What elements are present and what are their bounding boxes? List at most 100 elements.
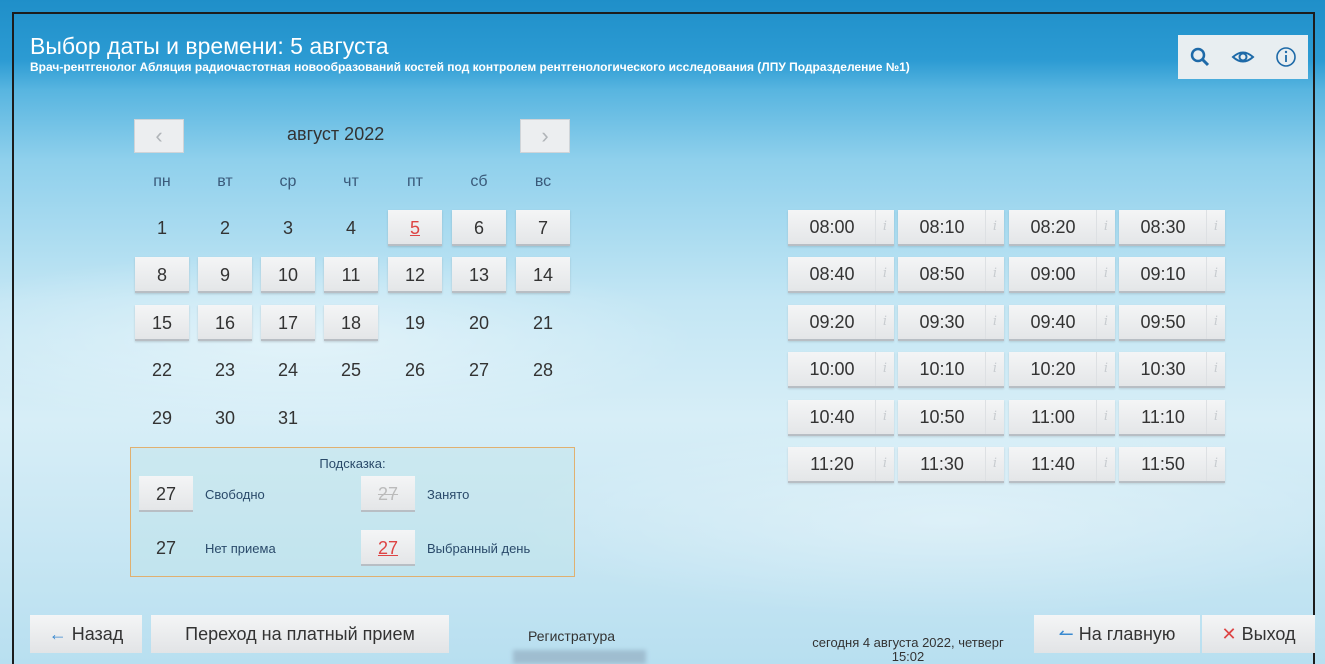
slot-info-icon[interactable]: i — [1206, 305, 1225, 339]
slot-info-icon[interactable]: i — [1206, 257, 1225, 291]
calendar-day[interactable]: 9 — [198, 257, 252, 293]
time-slot[interactable]: 10:50 i — [898, 400, 1004, 436]
time-slot[interactable]: 10:40 i — [788, 400, 894, 436]
slot-info-icon[interactable]: i — [875, 400, 894, 434]
calendar-day: 2 — [219, 218, 230, 238]
slot-info-icon[interactable]: i — [875, 447, 894, 481]
weekday-header: пн — [153, 173, 171, 190]
time-slot[interactable]: 09:20 i — [788, 305, 894, 341]
home-button[interactable]: ↼ На главную — [1034, 615, 1200, 653]
eye-icon[interactable] — [1221, 35, 1264, 79]
calendar-day[interactable]: 17 — [261, 305, 315, 341]
calendar-day[interactable]: 6 — [452, 210, 506, 246]
legend-busy-sample: 27 — [361, 476, 415, 512]
legend-selected-label: Выбранный день — [427, 541, 531, 556]
time-slot-label: 11:50 — [1141, 454, 1185, 474]
time-slot[interactable]: 11:30 i — [898, 447, 1004, 483]
slot-info-icon[interactable]: i — [1206, 210, 1225, 244]
calendar-day[interactable]: 8 — [135, 257, 189, 293]
calendar-day[interactable]: 15 — [135, 305, 189, 341]
slot-info-icon[interactable]: i — [1096, 210, 1115, 244]
calendar-day[interactable]: 11 — [324, 257, 378, 293]
slot-info-icon[interactable]: i — [1206, 447, 1225, 481]
slot-info-icon[interactable]: i — [985, 352, 1004, 386]
calendar-day: 30 — [214, 408, 236, 428]
time-slot[interactable]: 09:00 i — [1009, 257, 1115, 293]
time-slot-label: 08:00 — [809, 217, 855, 237]
time-slot[interactable]: 09:50 i — [1119, 305, 1225, 341]
time-slot[interactable]: 11:50 i — [1119, 447, 1225, 483]
time-slot[interactable]: 11:40 i — [1009, 447, 1115, 483]
info-icon[interactable] — [1265, 35, 1308, 79]
calendar-day[interactable]: 12 — [388, 257, 442, 293]
slot-info-icon[interactable]: i — [985, 210, 1004, 244]
time-slot-label: 10:30 — [1140, 359, 1186, 379]
time-slot[interactable]: 10:30 i — [1119, 352, 1225, 388]
calendar-day: 20 — [468, 313, 490, 333]
next-month-button[interactable]: › — [520, 119, 570, 153]
calendar-day[interactable]: 5 — [388, 210, 442, 246]
slot-info-icon[interactable]: i — [1206, 352, 1225, 386]
calendar-day[interactable]: 10 — [261, 257, 315, 293]
search-icon[interactable] — [1178, 35, 1221, 79]
time-slot[interactable]: 09:30 i — [898, 305, 1004, 341]
slot-info-icon[interactable]: i — [1096, 257, 1115, 291]
calendar-day[interactable]: 18 — [324, 305, 378, 341]
calendar-day[interactable]: 14 — [516, 257, 570, 293]
time-slot[interactable]: 08:10 i — [898, 210, 1004, 246]
exit-button[interactable]: ✕ Выход — [1202, 615, 1315, 653]
slot-info-icon[interactable]: i — [1096, 400, 1115, 434]
calendar-day[interactable]: 7 — [516, 210, 570, 246]
slot-info-icon[interactable]: i — [985, 447, 1004, 481]
slot-info-icon[interactable]: i — [875, 352, 894, 386]
close-icon: ✕ — [1221, 624, 1237, 644]
time-slot[interactable]: 09:40 i — [1009, 305, 1115, 341]
arrow-left-icon: ← — [48, 624, 67, 644]
slot-info-icon[interactable]: i — [1206, 400, 1225, 434]
time-slot[interactable]: 11:20 i — [788, 447, 894, 483]
slot-info-icon[interactable]: i — [875, 305, 894, 339]
legend-selected-sample: 27 — [361, 530, 415, 566]
today-info: сегодня 4 августа 2022, четверг 15:02 — [788, 636, 1028, 664]
slot-info-icon[interactable]: i — [985, 305, 1004, 339]
calendar-day[interactable]: 13 — [452, 257, 506, 293]
time-slot[interactable]: 08:20 i — [1009, 210, 1115, 246]
time-slot-label: 11:10 — [1141, 407, 1185, 427]
calendar-day: 29 — [151, 408, 173, 428]
slot-info-icon[interactable]: i — [985, 400, 1004, 434]
slot-info-icon[interactable]: i — [1096, 305, 1115, 339]
time-slot-label: 09:10 — [1140, 264, 1186, 284]
time-slot[interactable]: 10:20 i — [1009, 352, 1115, 388]
slot-info-icon[interactable]: i — [1096, 447, 1115, 481]
time-slot[interactable]: 08:00 i — [788, 210, 894, 246]
today-time: 15:02 — [891, 649, 925, 664]
time-slot-label: 09:40 — [1030, 312, 1076, 332]
time-slot-label: 09:00 — [1030, 264, 1076, 284]
time-slot-label: 09:20 — [809, 312, 855, 332]
slot-info-icon[interactable]: i — [875, 210, 894, 244]
time-slot[interactable]: 11:10 i — [1119, 400, 1225, 436]
time-slot[interactable]: 10:10 i — [898, 352, 1004, 388]
legend-free-label: Свободно — [205, 487, 265, 502]
slot-info-icon[interactable]: i — [1096, 352, 1115, 386]
calendar-day: 19 — [404, 313, 426, 333]
calendar-day[interactable]: 16 — [198, 305, 252, 341]
slot-info-icon[interactable]: i — [875, 257, 894, 291]
time-slot[interactable]: 10:00 i — [788, 352, 894, 388]
paid-reception-button[interactable]: Переход на платный прием — [151, 615, 449, 653]
time-slot-label: 11:20 — [810, 454, 854, 474]
time-slot-label: 10:10 — [919, 359, 965, 379]
calendar-day: 26 — [404, 360, 426, 380]
time-slot[interactable]: 08:50 i — [898, 257, 1004, 293]
time-slot[interactable]: 09:10 i — [1119, 257, 1225, 293]
time-slot[interactable]: 11:00 i — [1009, 400, 1115, 436]
time-slot-label: 11:00 — [1031, 407, 1075, 427]
home-arrow-icon: ↼ — [1058, 624, 1074, 644]
prev-month-button[interactable]: ‹ — [134, 119, 184, 153]
back-button[interactable]: ← Назад — [30, 615, 142, 653]
slot-info-icon[interactable]: i — [985, 257, 1004, 291]
calendar-day: 31 — [277, 408, 299, 428]
time-slot[interactable]: 08:30 i — [1119, 210, 1225, 246]
calendar-day: 24 — [277, 360, 299, 380]
time-slot[interactable]: 08:40 i — [788, 257, 894, 293]
